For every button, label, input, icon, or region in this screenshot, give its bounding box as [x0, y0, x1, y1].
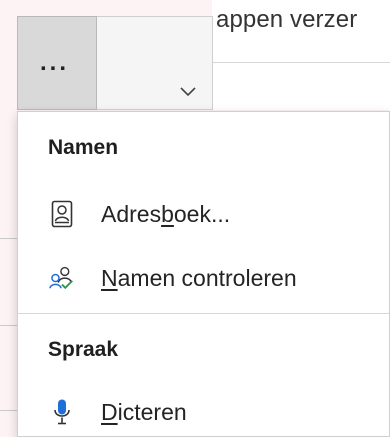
check-names-icon	[48, 263, 76, 293]
menu-item-label: Dicteren	[101, 398, 187, 425]
menu-item-label: Adresboek...	[101, 200, 231, 227]
background-rule	[0, 238, 17, 239]
ellipsis-icon: ...	[40, 49, 70, 76]
microphone-icon	[48, 397, 76, 427]
background-rule	[0, 325, 17, 326]
menu-item-label: Namen controleren	[101, 264, 297, 291]
background-rule	[0, 410, 17, 411]
section-header-spraak: Spraak	[48, 338, 119, 361]
menu-item-check-names[interactable]: Namen controleren	[18, 250, 389, 306]
menu-divider	[18, 313, 389, 314]
menu-item-dictate[interactable]: Dicteren	[18, 384, 389, 437]
menu-item-address-book[interactable]: Adresboek...	[18, 186, 389, 242]
overflow-menu: Namen Adresboek... Namen controleren Spr…	[17, 111, 390, 437]
section-header-namen: Namen	[48, 136, 119, 159]
address-book-icon	[48, 199, 76, 229]
background-divider	[212, 62, 390, 63]
chevron-down-icon	[180, 87, 196, 97]
more-options-dropdown[interactable]	[97, 16, 213, 110]
background-title: appen verzer	[216, 6, 358, 33]
more-options-button[interactable]: ...	[17, 16, 97, 110]
